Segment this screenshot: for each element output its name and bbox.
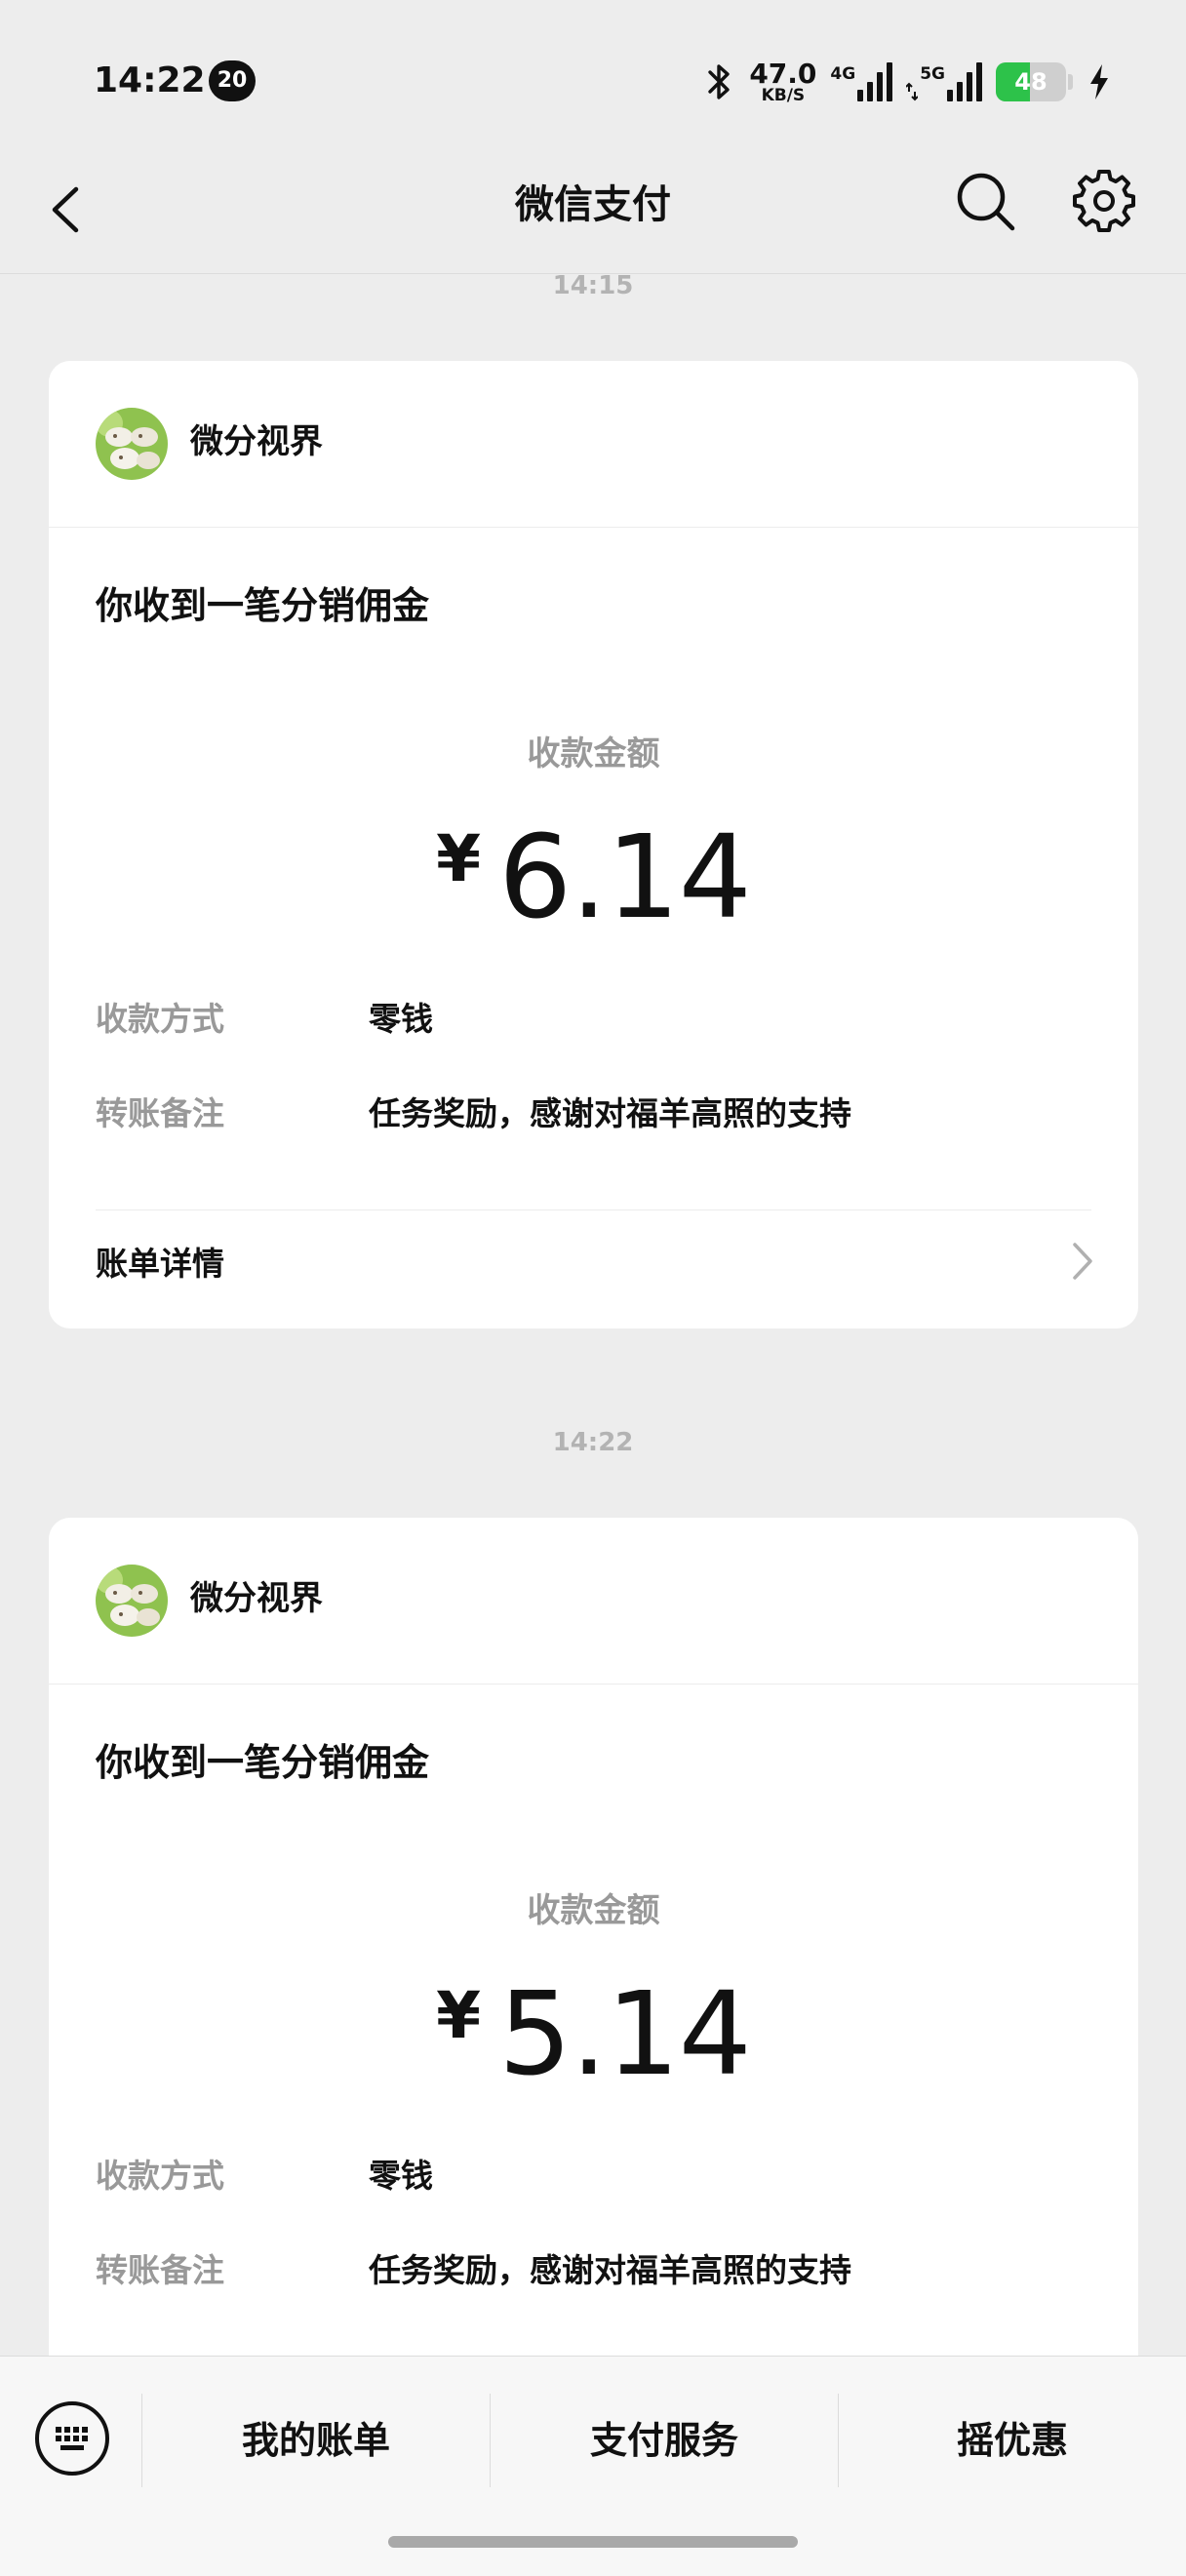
merchant-avatar xyxy=(96,408,168,480)
network-speed: 47.0 KB/S xyxy=(749,57,817,105)
info-row-transfer-note: 转账备注 任务奖励，感谢对福羊高照的支持 xyxy=(96,2243,851,2292)
bluetooth-icon xyxy=(708,64,731,99)
amount: ¥6.14 xyxy=(49,819,1138,934)
card-header[interactable]: 微分视界 xyxy=(49,1518,1138,1684)
home-indicator[interactable] xyxy=(388,2536,798,2548)
keyboard-icon xyxy=(35,2401,109,2476)
message-timestamp: 14:22 xyxy=(552,1428,634,1457)
sim2-label: 5G xyxy=(920,64,945,84)
amount-value: 6.14 xyxy=(498,810,752,944)
menu-shake-discounts[interactable]: 摇优惠 xyxy=(839,2394,1186,2487)
battery-icon: 48 xyxy=(996,62,1066,101)
notification-count-badge: 20 xyxy=(209,60,256,101)
amount-label: 收款金额 xyxy=(527,1891,660,1930)
gear-icon xyxy=(1073,170,1135,232)
notification-title: 你收到一笔分销佣金 xyxy=(96,584,430,627)
nav-bar: 微信支付 xyxy=(0,146,1186,274)
info-key: 转账备注 xyxy=(96,1094,224,1132)
amount: ¥5.14 xyxy=(49,1976,1138,2091)
merchant-avatar xyxy=(96,1565,168,1637)
sim1-signal: 4G xyxy=(830,62,893,101)
info-value: 任务奖励，感谢对福羊高照的支持 xyxy=(369,2251,851,2289)
info-row-transfer-note: 转账备注 任务奖励，感谢对福羊高照的支持 xyxy=(96,1087,851,1135)
merchant-name: 微分视界 xyxy=(190,1579,323,1618)
status-bar: 14:22 20 47.0 KB/S 4G 5G 48 xyxy=(0,0,1186,146)
signal-bars-icon xyxy=(947,62,982,101)
info-value: 零钱 xyxy=(369,1000,433,1038)
battery-cap xyxy=(1068,74,1073,90)
info-row-payment-method: 收款方式 零钱 xyxy=(96,2149,433,2198)
info-key: 转账备注 xyxy=(96,2251,224,2289)
payment-notification-card[interactable]: 微分视界 你收到一笔分销佣金 收款金额 ¥6.14 收款方式 零钱 转账备注 任… xyxy=(49,361,1138,1328)
amount-label: 收款金额 xyxy=(527,734,660,773)
network-speed-value: 47.0 xyxy=(749,57,817,90)
card-header[interactable]: 微分视界 xyxy=(49,361,1138,528)
sim2-signal: 5G xyxy=(906,62,982,101)
amount-value: 5.14 xyxy=(498,1966,752,2101)
search-button[interactable] xyxy=(954,170,1018,234)
search-icon xyxy=(957,173,1015,231)
status-indicators: 47.0 KB/S 4G 5G 48 xyxy=(704,55,1112,109)
network-speed-unit: KB/S xyxy=(761,85,806,105)
message-timestamp: 14:15 xyxy=(552,271,634,300)
payment-notification-card[interactable]: 微分视界 你收到一笔分销佣金 收款金额 ¥5.14 收款方式 零钱 转账备注 任… xyxy=(49,1518,1138,2396)
chevron-right-icon xyxy=(1073,1243,1092,1280)
info-row-payment-method: 收款方式 零钱 xyxy=(96,992,433,1041)
notification-title: 你收到一笔分销佣金 xyxy=(96,1741,430,1784)
bill-details-link[interactable]: 账单详情 xyxy=(49,1210,1138,1308)
menu-my-bills[interactable]: 我的账单 xyxy=(142,2394,490,2487)
sim1-label: 4G xyxy=(830,64,856,84)
info-value: 任务奖励，感谢对福羊高照的支持 xyxy=(369,1094,851,1132)
bill-details-label: 账单详情 xyxy=(96,1245,224,1283)
keyboard-toggle-button[interactable] xyxy=(33,2399,111,2477)
battery-level: 48 xyxy=(1014,68,1048,96)
data-arrows-icon xyxy=(906,82,919,101)
charging-bolt-icon xyxy=(1090,64,1108,99)
currency-symbol: ¥ xyxy=(436,1978,482,2053)
status-time: 14:22 xyxy=(94,60,206,100)
info-value: 零钱 xyxy=(369,2157,433,2195)
merchant-name: 微分视界 xyxy=(190,422,323,461)
menu-payment-services[interactable]: 支付服务 xyxy=(491,2394,838,2487)
info-key: 收款方式 xyxy=(96,1000,224,1038)
info-key: 收款方式 xyxy=(96,2157,224,2195)
signal-bars-icon xyxy=(857,62,893,101)
settings-button[interactable] xyxy=(1071,168,1137,234)
currency-symbol: ¥ xyxy=(436,821,482,896)
